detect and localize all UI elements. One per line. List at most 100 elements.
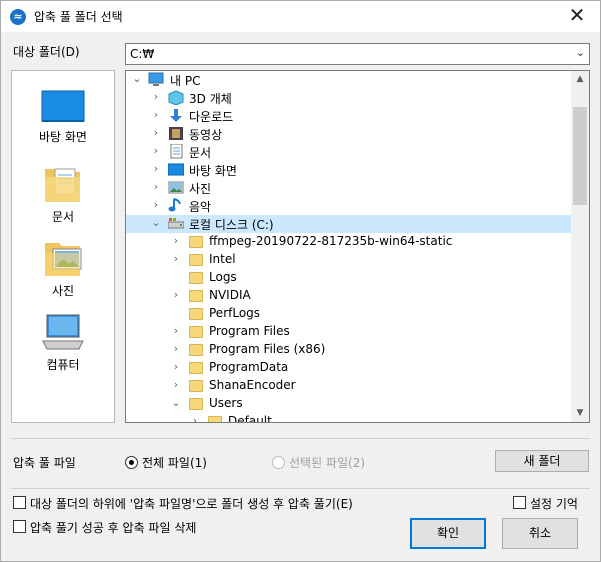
app-icon: ≈: [10, 9, 26, 25]
download-icon: [168, 108, 184, 123]
scroll-up-arrow-icon[interactable]: ▲: [571, 71, 589, 88]
tree-item[interactable]: › ProgramData: [126, 359, 571, 377]
folder-icon: [208, 416, 222, 422]
chevron-right-icon[interactable]: ›: [190, 414, 200, 422]
target-folder-combo[interactable]: C:₩ ⌄: [125, 43, 590, 65]
scroll-down-arrow-icon[interactable]: ▼: [571, 405, 589, 422]
chevron-right-icon[interactable]: ›: [171, 234, 181, 247]
tree-item[interactable]: › 3D 개체: [126, 89, 571, 107]
chevron-right-icon[interactable]: ›: [151, 144, 161, 157]
chevron-right-icon[interactable]: ›: [151, 90, 161, 103]
delete-archive-checkbox[interactable]: [13, 520, 26, 533]
radio-all-files-label[interactable]: 전체 파일(1): [142, 454, 207, 471]
chevron-right-icon[interactable]: ›: [151, 162, 161, 175]
new-folder-button[interactable]: 새 폴더: [495, 450, 589, 472]
desktop-icon: [167, 162, 185, 177]
remember-settings-checkbox[interactable]: [513, 496, 526, 509]
tree-item[interactable]: › ffmpeg-20190722-817235b-win64-static: [126, 233, 571, 251]
tree-item[interactable]: ⌄ 내 PC: [126, 71, 571, 89]
folder-icon: [189, 380, 203, 392]
chevron-right-icon[interactable]: ›: [151, 198, 161, 211]
tree-item[interactable]: › 문서: [126, 143, 571, 161]
tree-item[interactable]: › Program Files (x86): [126, 341, 571, 359]
documents-icon: [45, 168, 80, 202]
tree-item[interactable]: › 사진: [126, 179, 571, 197]
tree-item-label: 3D 개체: [189, 92, 232, 106]
create-subfolder-checkbox[interactable]: [13, 496, 26, 509]
tree-item[interactable]: ⌄ Users: [126, 395, 571, 413]
title-bar: ≈ 압축 풀 폴더 선택 ✕: [1, 1, 600, 32]
ok-button[interactable]: 확인: [410, 518, 486, 549]
tree-item-label: Users: [209, 396, 243, 410]
local-disk-icon: [167, 216, 185, 231]
chevron-right-icon[interactable]: ›: [171, 378, 181, 391]
divider: [11, 488, 590, 489]
place-computer[interactable]: 컴퓨터: [12, 311, 114, 373]
create-subfolder-label[interactable]: 대상 폴더의 하위에 '압축 파일명'으로 폴더 생성 후 압축 풀기(E): [30, 495, 353, 512]
tree-item-label: ShanaEncoder: [209, 378, 296, 392]
this-pc-icon: [148, 72, 164, 87]
extract-files-label: 압축 풀 파일: [13, 456, 76, 470]
tree-item[interactable]: › Program Files: [126, 323, 571, 341]
computer-icon: [42, 314, 84, 350]
chevron-right-icon[interactable]: ›: [151, 126, 161, 139]
tree-item[interactable]: › Intel: [126, 251, 571, 269]
tree-scrollbar[interactable]: ▲ ▼: [571, 71, 589, 422]
radio-all-files[interactable]: [125, 456, 138, 469]
chevron-right-icon[interactable]: ›: [171, 342, 181, 355]
place-documents[interactable]: 문서: [12, 163, 114, 225]
tree-item-selected[interactable]: ⌄ 로컬 디스크 (C:): [126, 215, 571, 233]
3d-objects-icon: [168, 90, 184, 106]
chevron-right-icon[interactable]: ›: [171, 324, 181, 337]
chevron-down-icon[interactable]: ⌄: [576, 46, 585, 59]
folder-icon: [189, 308, 203, 320]
tree-item-label: ProgramData: [209, 360, 289, 374]
tree-item-label: PerfLogs: [209, 306, 261, 320]
tree-item[interactable]: Logs: [126, 269, 571, 287]
remember-settings-label[interactable]: 설정 기억: [530, 495, 578, 512]
chevron-right-icon[interactable]: ›: [171, 252, 181, 265]
tree-item[interactable]: › ShanaEncoder: [126, 377, 571, 395]
place-desktop[interactable]: 바탕 화면: [12, 89, 114, 145]
tree-item-label: NVIDIA: [209, 288, 251, 302]
picture-icon: [168, 180, 184, 195]
chevron-down-icon[interactable]: ⌄: [151, 216, 161, 229]
tree-item[interactable]: › 음악: [126, 197, 571, 215]
place-pictures-label: 사진: [51, 284, 75, 298]
tree-item-label: 다운로드: [189, 110, 234, 124]
desktop-icon: [41, 90, 85, 122]
tree-item[interactable]: › 바탕 화면: [126, 161, 571, 179]
chevron-right-icon[interactable]: ›: [151, 180, 161, 193]
chevron-down-icon[interactable]: ⌄: [171, 396, 181, 409]
tree-item[interactable]: › 다운로드: [126, 107, 571, 125]
tree-item-label: 사진: [189, 182, 212, 196]
folder-tree[interactable]: ⌄ 내 PC › 3D 개체 › 다운로드 › 동영상 › 문서 › 바탕 화면…: [125, 70, 590, 423]
divider: [11, 438, 590, 439]
tree-item-label: Program Files: [209, 324, 290, 338]
chevron-right-icon[interactable]: ›: [171, 360, 181, 373]
folder-icon: [189, 290, 203, 302]
chevron-right-icon[interactable]: ›: [151, 108, 161, 121]
delete-archive-label[interactable]: 압축 풀기 성공 후 압축 파일 삭제: [30, 519, 196, 536]
close-button[interactable]: ✕: [554, 1, 600, 32]
folder-icon: [189, 272, 203, 284]
radio-selected-files-label[interactable]: 선택된 파일(2): [289, 454, 365, 471]
tree-item-label: 동영상: [189, 128, 223, 142]
tree-item[interactable]: › 동영상: [126, 125, 571, 143]
place-desktop-label: 바탕 화면: [39, 130, 87, 144]
place-documents-label: 문서: [51, 210, 75, 224]
tree-item-label: Logs: [209, 270, 237, 284]
place-pictures[interactable]: 사진: [12, 237, 114, 299]
scroll-thumb[interactable]: [573, 107, 587, 205]
cancel-button[interactable]: 취소: [502, 518, 578, 549]
tree-item-label: Program Files (x86): [209, 342, 326, 356]
tree-item[interactable]: PerfLogs: [126, 305, 571, 323]
tree-item[interactable]: › NVIDIA: [126, 287, 571, 305]
tree-item[interactable]: › Default: [126, 413, 571, 423]
chevron-right-icon[interactable]: ›: [171, 288, 181, 301]
video-icon: [168, 126, 184, 141]
radio-selected-files[interactable]: [272, 456, 285, 469]
folder-icon: [189, 254, 203, 266]
chevron-down-icon[interactable]: ⌄: [132, 72, 142, 85]
tree-item-label: Default: [228, 414, 272, 423]
